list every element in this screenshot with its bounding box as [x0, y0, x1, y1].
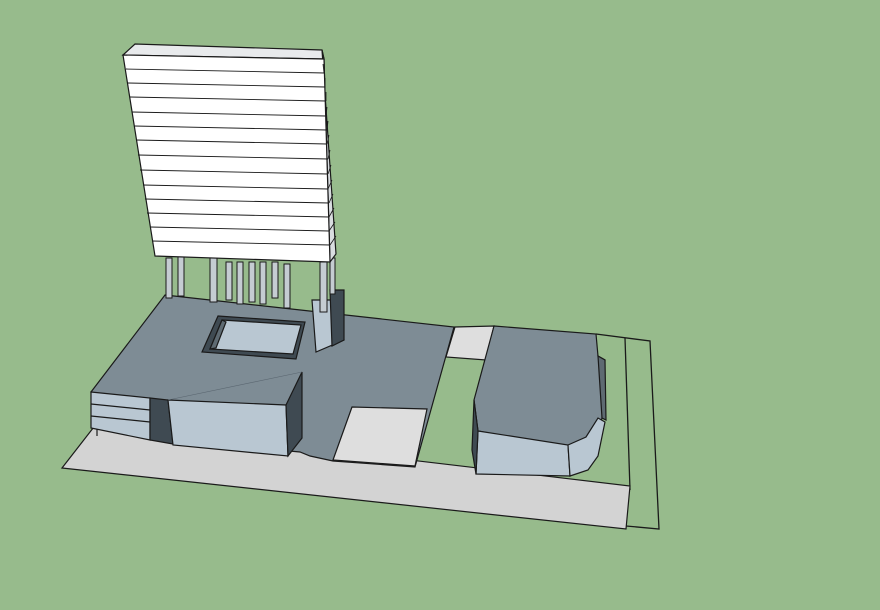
tower-core: [311, 289, 345, 353]
3d-model-viewport[interactable]: [0, 0, 880, 610]
annex-building: [471, 325, 607, 477]
tower-slab: [121, 43, 337, 264]
courtyard-opening: [201, 315, 306, 360]
scene-canvas: [60, 43, 660, 530]
